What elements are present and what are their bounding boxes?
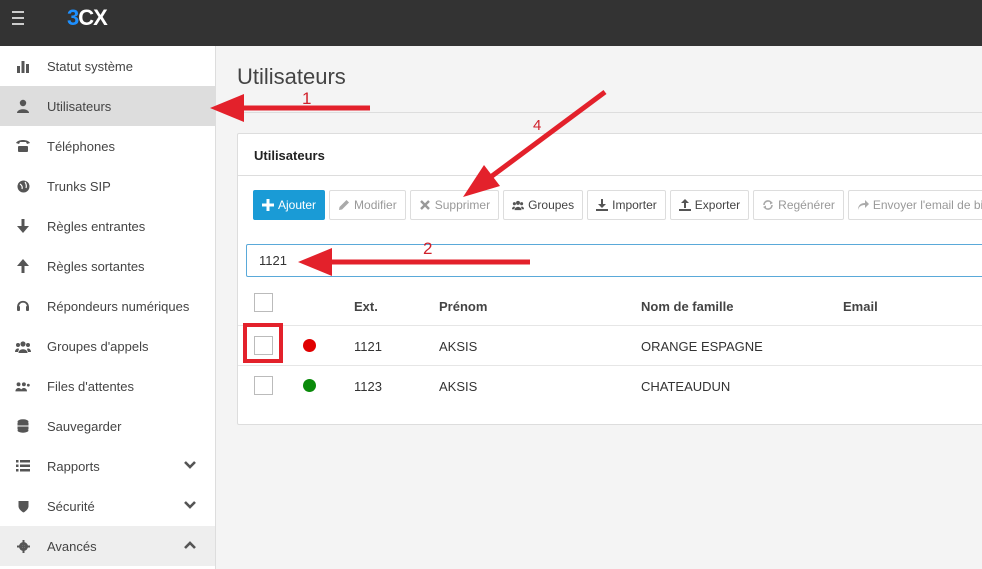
sidebar-item-repondeurs[interactable]: Répondeurs numériques (0, 286, 215, 326)
sidebar-item-label: Avancés (47, 538, 97, 554)
delete-button[interactable]: Supprimer (409, 190, 500, 220)
chevron-down-icon[interactable] (183, 498, 197, 512)
close-icon (419, 200, 430, 210)
bar-chart-icon (15, 58, 31, 74)
sidebar-item-label: Trunks SIP (47, 178, 111, 194)
panel-title: Utilisateurs (238, 134, 982, 176)
sidebar-item-label: Groupes d'appels (47, 338, 149, 354)
highlight-box (243, 323, 283, 363)
sidebar-item-label: Utilisateurs (47, 98, 112, 114)
table-row[interactable]: 1121 AKSIS ORANGE ESPAGNE (238, 326, 982, 366)
sidebar-item-statut-systeme[interactable]: Statut système (0, 46, 215, 86)
share-icon (857, 200, 869, 210)
status-dot (303, 379, 316, 392)
gear-icon (15, 538, 31, 554)
table-row[interactable]: 1123 AKSIS CHATEAUDUN (238, 366, 982, 406)
top-bar: 3CX (0, 0, 982, 46)
sidebar-item-regles-entrantes[interactable]: Règles entrantes (0, 206, 215, 246)
queue-icon (15, 378, 31, 394)
upload-icon (678, 199, 691, 211)
search-input[interactable] (246, 244, 982, 277)
send-email-button[interactable]: Envoyer l'email de bien (847, 190, 982, 220)
sidebar-item-label: Sauvegarder (47, 418, 122, 434)
cell-ext: 1123 (354, 379, 382, 394)
column-header-email[interactable]: Email (843, 299, 878, 314)
sidebar: Statut système Utilisateurs Téléphones T… (0, 46, 216, 569)
chevron-down-icon[interactable] (183, 458, 197, 472)
page-title: Utilisateurs (237, 64, 346, 89)
shield-icon (15, 498, 31, 514)
sidebar-item-telephones[interactable]: Téléphones (0, 126, 215, 166)
sidebar-item-securite[interactable]: Sécurité (0, 486, 215, 526)
groups-button[interactable]: Groupes (503, 190, 584, 220)
download-icon (596, 199, 609, 211)
table-header: Ext. Prénom Nom de famille Email (238, 286, 982, 326)
select-all-checkbox[interactable] (254, 293, 273, 312)
regenerate-button[interactable]: Regénérer (753, 190, 844, 220)
sidebar-item-trunks-sip[interactable]: Trunks SIP (0, 166, 215, 206)
pencil-icon (339, 200, 350, 210)
row-checkbox[interactable] (254, 376, 273, 395)
status-dot (303, 339, 316, 352)
arrow-up-icon (15, 258, 31, 274)
column-header-last-name[interactable]: Nom de famille (641, 299, 733, 314)
sidebar-item-label: Règles entrantes (47, 218, 146, 234)
sidebar-item-label: Sécurité (47, 498, 95, 514)
cell-first-name: AKSIS (439, 379, 478, 394)
arrow-down-icon (15, 218, 31, 234)
toolbar: Ajouter Modifier Supprimer Groupes Impor… (253, 190, 982, 220)
import-button[interactable]: Importer (587, 190, 666, 220)
app-logo[interactable]: 3CX (67, 5, 108, 31)
users-panel: Utilisateurs Ajouter Modifier Supprimer … (237, 133, 982, 425)
database-icon (15, 418, 31, 434)
sidebar-item-label: Files d'attentes (47, 378, 135, 394)
users-table: Ext. Prénom Nom de famille Email 1121 AK… (238, 286, 982, 406)
sidebar-item-label: Téléphones (47, 138, 115, 154)
divider (237, 112, 982, 113)
cell-first-name: AKSIS (439, 339, 478, 354)
sidebar-item-rapports[interactable]: Rapports (0, 446, 215, 486)
sidebar-item-regles-sortantes[interactable]: Règles sortantes (0, 246, 215, 286)
menu-toggle-icon[interactable] (12, 11, 32, 25)
group-icon (512, 200, 525, 211)
column-header-first-name[interactable]: Prénom (439, 299, 487, 314)
annotation-number-1: 1 (302, 89, 312, 108)
annotation-number-4: 4 (533, 117, 542, 134)
sidebar-item-label: Rapports (47, 458, 100, 474)
sidebar-item-avances[interactable]: Avancés (0, 526, 215, 566)
user-icon (15, 98, 31, 114)
cell-ext: 1121 (354, 339, 382, 354)
headset-icon (15, 298, 31, 314)
sidebar-item-files-attentes[interactable]: Files d'attentes (0, 366, 215, 406)
refresh-icon (763, 200, 774, 210)
sidebar-item-sauvegarder[interactable]: Sauvegarder (0, 406, 215, 446)
list-icon (15, 458, 31, 474)
sidebar-item-label: Règles sortantes (47, 258, 145, 274)
edit-button[interactable]: Modifier (329, 190, 406, 220)
chevron-up-icon[interactable] (183, 538, 197, 552)
plus-icon (262, 199, 274, 211)
column-header-ext[interactable]: Ext. (354, 299, 378, 314)
group-icon (15, 338, 31, 354)
add-button[interactable]: Ajouter (253, 190, 326, 220)
sidebar-item-label: Répondeurs numériques (47, 298, 190, 314)
cell-last-name: CHATEAUDUN (641, 379, 731, 394)
sidebar-item-utilisateurs[interactable]: Utilisateurs (0, 86, 215, 126)
phone-icon (15, 138, 31, 154)
export-button[interactable]: Exporter (669, 190, 750, 220)
sidebar-item-label: Statut système (47, 58, 133, 74)
globe-icon (15, 178, 31, 194)
cell-last-name: ORANGE ESPAGNE (641, 339, 763, 354)
annotation-number-2: 2 (423, 239, 433, 258)
sidebar-item-groupes-appels[interactable]: Groupes d'appels (0, 326, 215, 366)
